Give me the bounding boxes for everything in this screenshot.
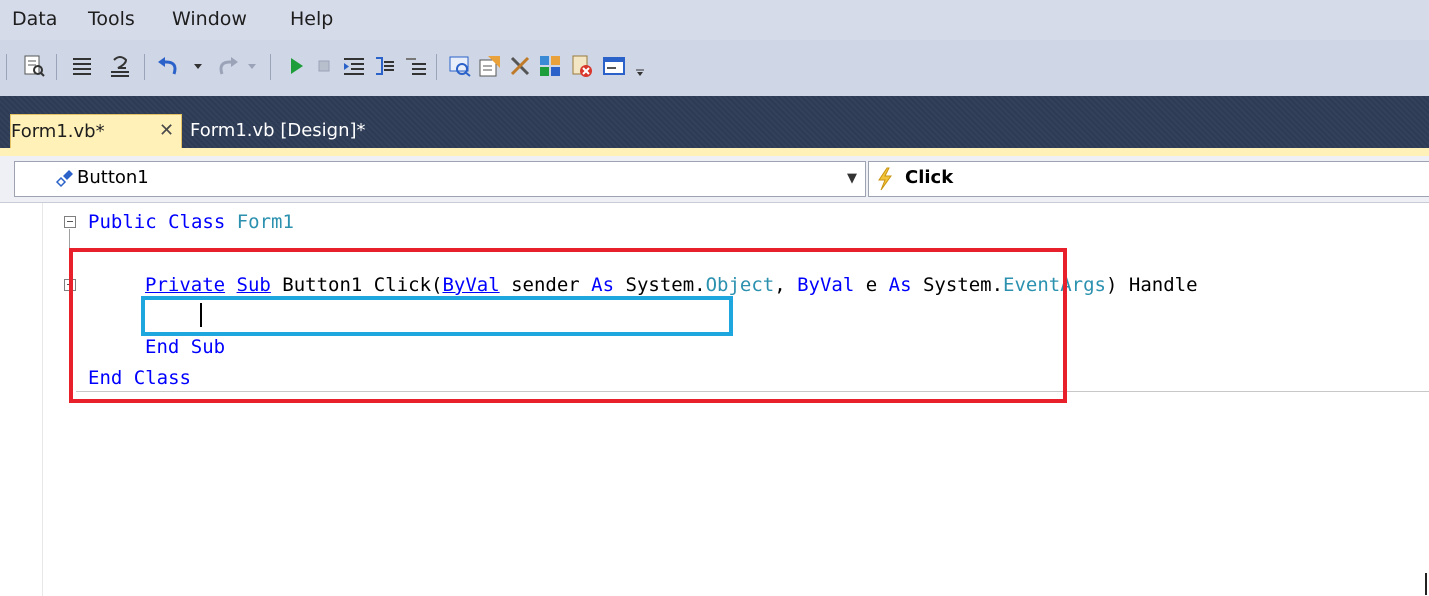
redo-dropdown-icon[interactable] — [240, 54, 264, 78]
outlining-gutter — [10, 203, 43, 596]
toolbar-separator — [436, 54, 437, 80]
toolbar-separator — [56, 54, 57, 80]
undo-icon[interactable] — [156, 54, 180, 78]
keyword: Public Class — [88, 211, 226, 233]
class-name-value: Button1 — [77, 167, 149, 188]
toolbar-separator — [270, 54, 271, 80]
code-editor[interactable]: Public Class Form1 Private Sub Button1 C… — [0, 203, 1429, 596]
object-icon — [55, 170, 73, 188]
menu-help[interactable]: Help — [290, 8, 333, 30]
collapse-class-icon[interactable] — [64, 216, 76, 228]
toolbox-icon[interactable] — [508, 54, 532, 78]
menu-window[interactable]: Window — [172, 8, 247, 30]
method-name-dropdown[interactable]: Click — [868, 161, 1429, 197]
method-name-value: Click — [905, 167, 954, 188]
menu-bar: Data Tools Window Help — [0, 0, 1429, 40]
undo-dropdown-icon[interactable] — [186, 54, 210, 78]
outdent-icon[interactable] — [372, 54, 396, 78]
scrollbar-edge[interactable] — [1425, 573, 1427, 595]
identifier: ) Handle — [1106, 274, 1198, 296]
solution-explorer-icon[interactable] — [448, 54, 472, 78]
toolbar-separator — [6, 54, 7, 80]
tab-form1-vb[interactable]: Form1.vb* ✕ — [10, 114, 182, 149]
document-tab-strip: Form1.vb* ✕ Form1.vb [Design]* — [0, 96, 1429, 149]
toolbar — [0, 40, 1429, 96]
active-tab-underline — [0, 148, 1429, 156]
stop-debug-icon[interactable] — [312, 54, 336, 78]
tab-form1-vb-label: Form1.vb* — [11, 121, 105, 142]
type-name: Form1 — [236, 211, 294, 233]
toolbar-overflow-icon[interactable] — [630, 54, 654, 78]
properties-icon[interactable] — [478, 54, 502, 78]
chevron-down-icon[interactable]: ▼ — [847, 171, 857, 186]
toggle-bookmark-icon[interactable] — [404, 54, 428, 78]
toolbar-separator — [144, 54, 145, 80]
error-list-icon[interactable] — [570, 54, 594, 78]
code-line-class-declaration: Public Class Form1 — [88, 211, 294, 233]
navigation-bar: Button1 ▼ Click — [0, 156, 1429, 203]
comment-icon[interactable] — [70, 54, 94, 78]
object-browser-icon[interactable] — [538, 54, 562, 78]
menu-tools[interactable]: Tools — [88, 8, 135, 30]
uncomment-icon[interactable] — [108, 54, 132, 78]
redo-icon[interactable] — [216, 54, 240, 78]
menu-data[interactable]: Data — [12, 8, 57, 30]
indent-icon[interactable] — [342, 54, 366, 78]
event-handler-highlight — [69, 248, 1067, 403]
find-in-files-icon[interactable] — [22, 54, 46, 78]
start-debug-icon[interactable] — [284, 54, 308, 78]
command-window-icon[interactable] — [602, 54, 626, 78]
close-icon[interactable]: ✕ — [159, 120, 174, 141]
class-name-dropdown[interactable]: Button1 ▼ — [14, 161, 866, 197]
tab-form1-design[interactable]: Form1.vb [Design]* — [190, 120, 366, 141]
lightning-icon — [878, 167, 892, 191]
